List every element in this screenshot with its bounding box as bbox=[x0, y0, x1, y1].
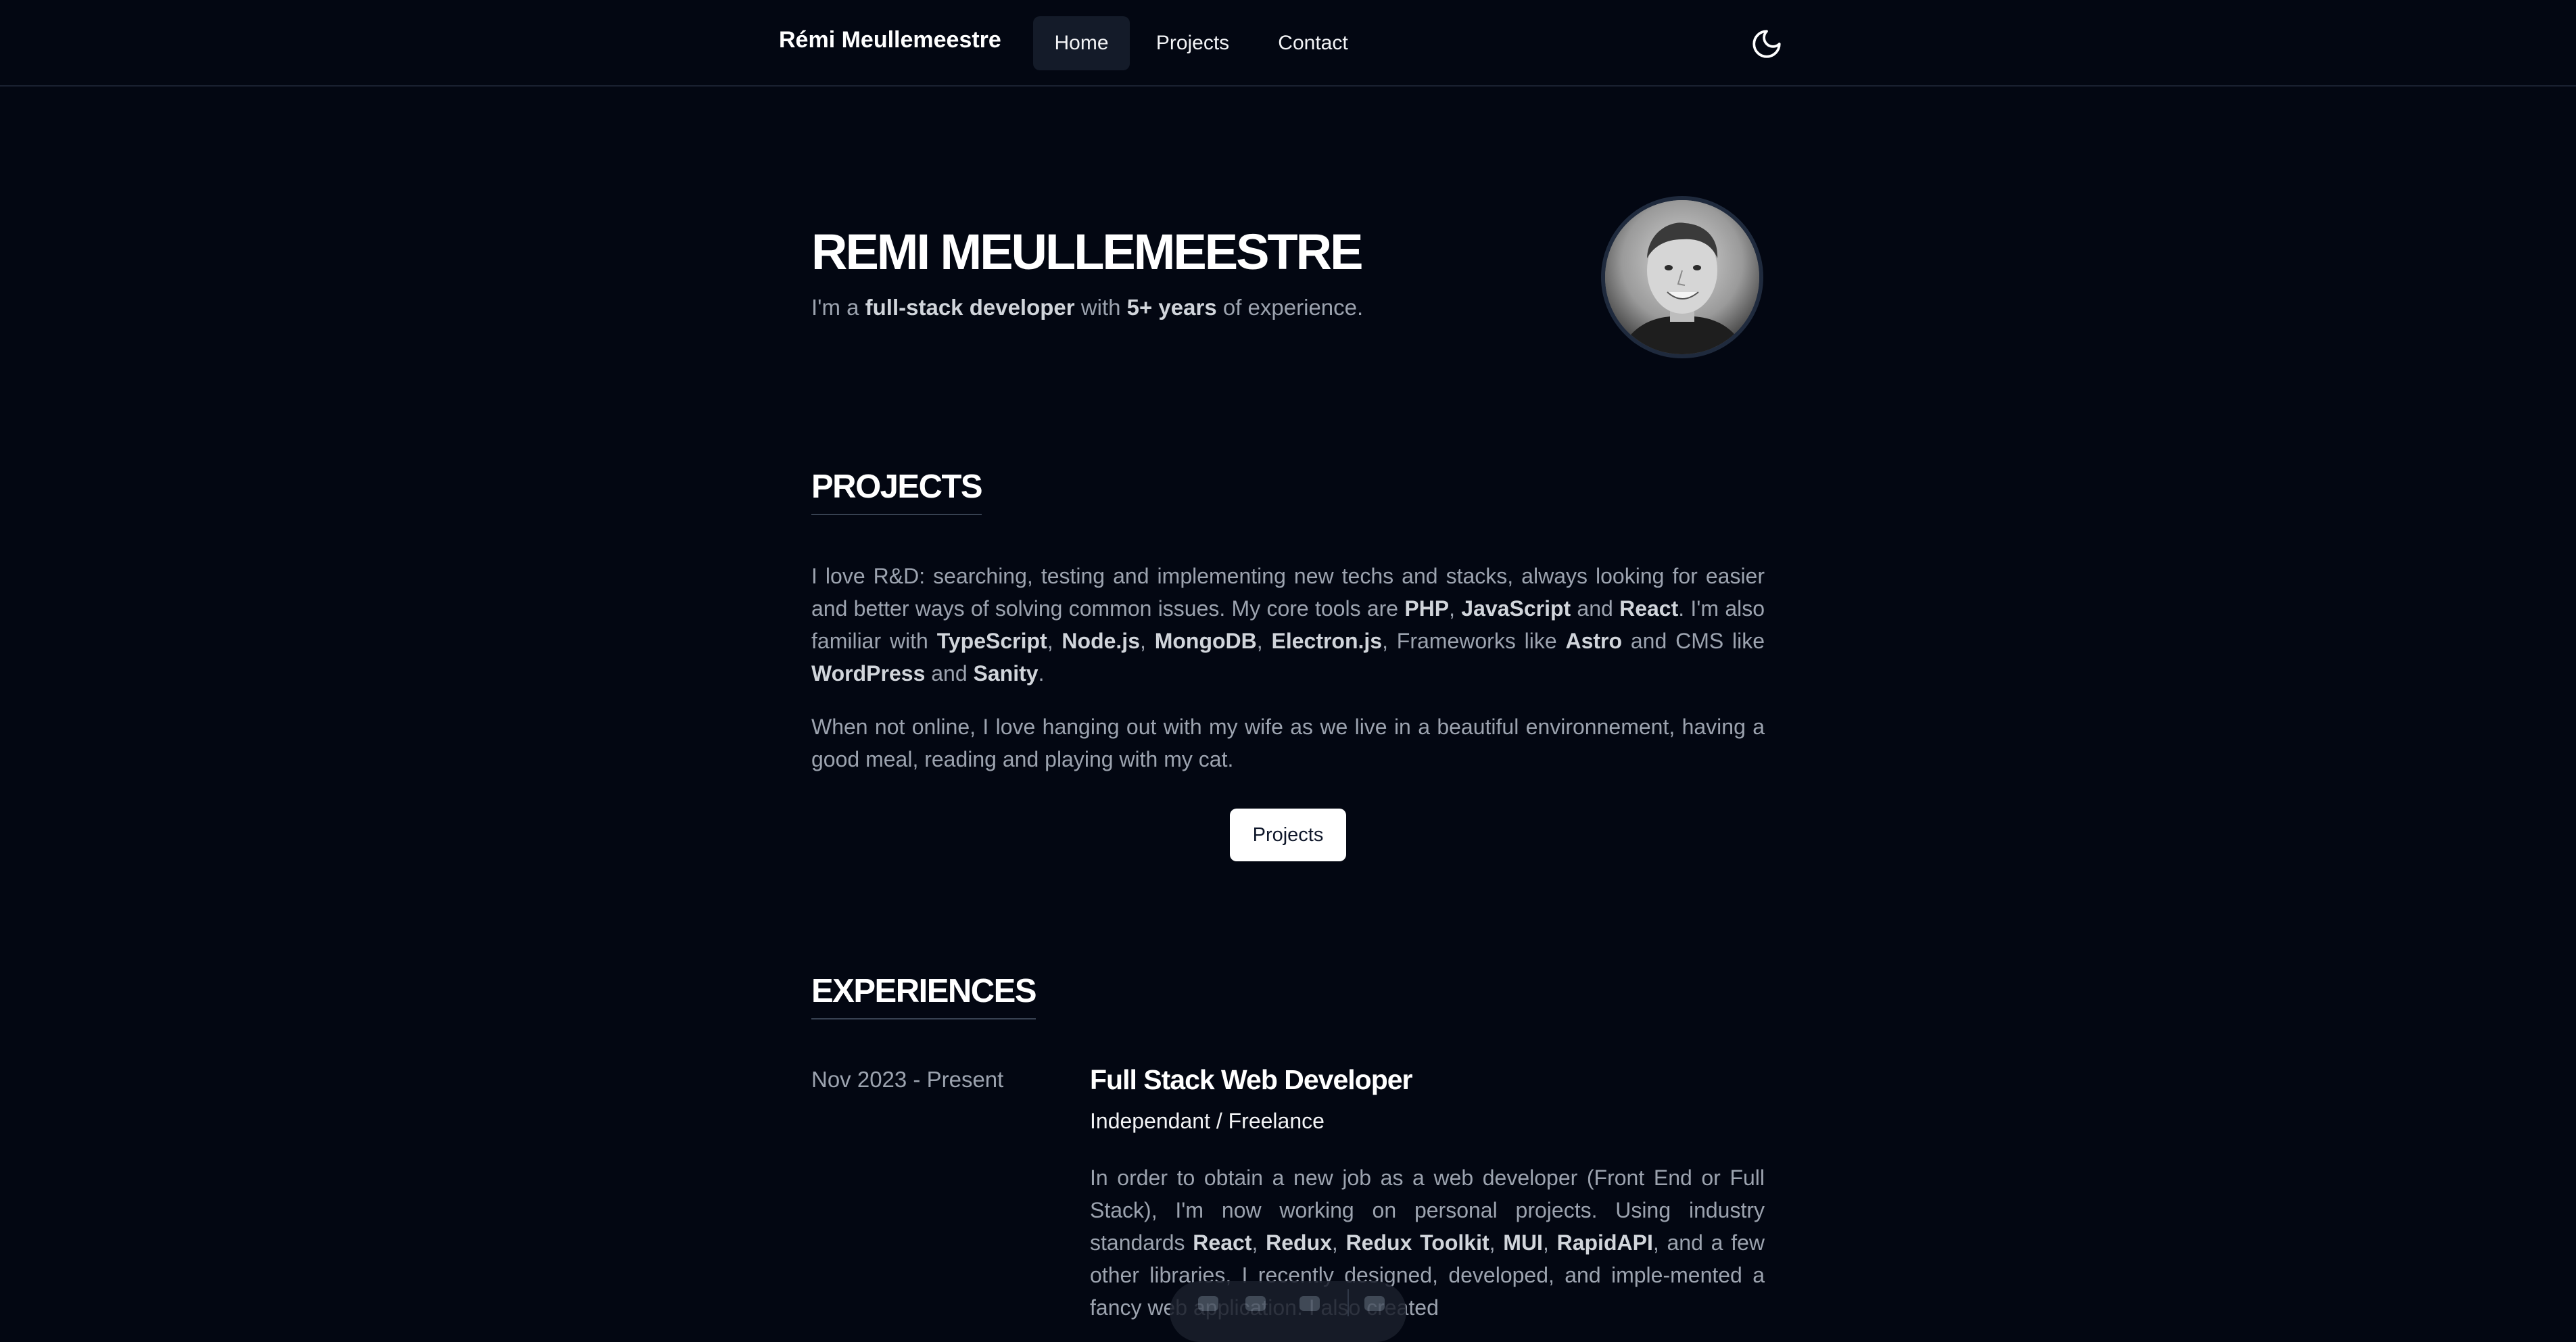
nav-home-link[interactable]: Home bbox=[1033, 16, 1130, 70]
toolbar-icon[interactable] bbox=[1198, 1296, 1218, 1311]
hero-name: REMI MEULLEMEESTRE bbox=[811, 224, 1363, 280]
top-navigation-bar: Rémi Meullemeestre Home Projects Contact bbox=[0, 0, 2576, 87]
toolbar-icon[interactable] bbox=[1245, 1296, 1266, 1311]
experiences-section-title: EXPERIENCES bbox=[811, 972, 1037, 1020]
avatar bbox=[1601, 196, 1763, 358]
projects-section-title: PROJECTS bbox=[811, 468, 983, 515]
moon-icon bbox=[1752, 30, 1781, 58]
toolbar-icon[interactable] bbox=[1299, 1296, 1320, 1311]
toolbar-divider bbox=[1347, 1289, 1349, 1316]
projects-personal-paragraph: When not online, I love hanging out with… bbox=[811, 715, 1765, 771]
experience-role: Full Stack Web Developer bbox=[1090, 1064, 1413, 1095]
projects-intro-paragraph: I love R&D: searching, testing and imple… bbox=[811, 564, 1765, 686]
experience-company: Independant / Freelance bbox=[1090, 1109, 1325, 1133]
avatar-photo bbox=[1605, 200, 1759, 354]
nav-contact-link[interactable]: Contact bbox=[1264, 16, 1362, 70]
hero-tagline: I'm a full-stack developer with 5+ years… bbox=[811, 295, 1364, 320]
experience-date: Nov 2023 - Present bbox=[811, 1067, 1004, 1092]
floating-toolbar[interactable] bbox=[1170, 1281, 1406, 1342]
theme-toggle-button[interactable] bbox=[1750, 27, 1784, 61]
nav-projects-link[interactable]: Projects bbox=[1143, 16, 1243, 70]
projects-button[interactable]: Projects bbox=[1230, 809, 1346, 861]
toolbar-icon[interactable] bbox=[1364, 1296, 1385, 1311]
site-brand[interactable]: Rémi Meullemeestre bbox=[779, 27, 1001, 53]
